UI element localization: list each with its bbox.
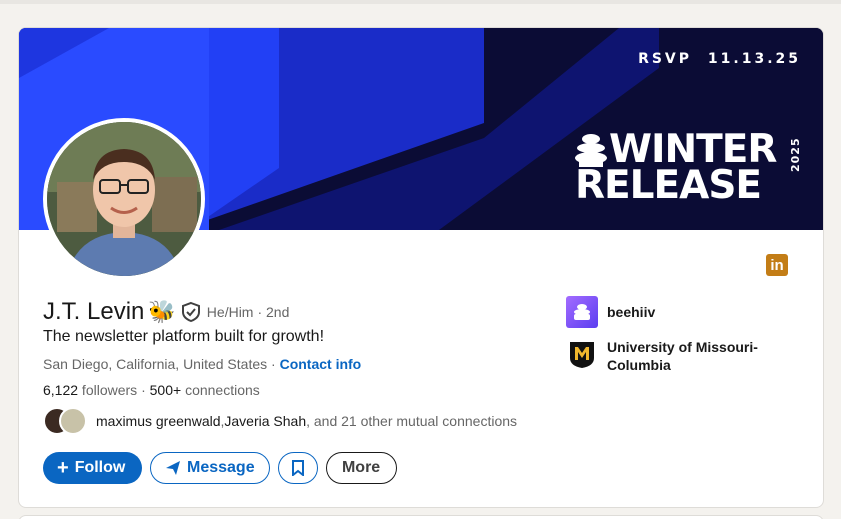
mutual-avatars (43, 407, 93, 435)
network-counts: 6,122 followers · 500+ connections (43, 382, 260, 398)
company-name: beehiiv (607, 304, 656, 320)
location-separator: · (267, 356, 280, 372)
top-strip (0, 0, 841, 4)
bee-emoji: 🐝 (148, 299, 176, 324)
mutual-connections[interactable]: maximus greenwald, Javeria Shah, and 21 … (43, 407, 517, 435)
mutual-rest[interactable]: , and 21 other mutual connections (306, 413, 517, 429)
winter-release-logo: WINTER RELEASE 2025 (575, 130, 805, 208)
profile-headline: The newsletter platform built for growth… (43, 328, 325, 345)
experience-education: beehiiv University of Missouri-Columbia (566, 296, 806, 384)
follow-label: Follow (74, 459, 126, 476)
verified-shield-icon[interactable] (180, 301, 202, 323)
more-label: More (341, 459, 381, 476)
profile-name: J.T. Levin (43, 298, 145, 325)
rsvp-label: RSVP (638, 51, 693, 67)
counts-separator: · (137, 382, 150, 398)
banner-year: 2025 (789, 137, 802, 172)
school-mizzou[interactable]: University of Missouri-Columbia (566, 338, 806, 374)
bookmark-icon (291, 460, 304, 476)
next-card (18, 515, 824, 519)
name-row: J.T. Levin 🐝 He/Him · 2nd (43, 298, 289, 326)
save-button[interactable] (277, 452, 318, 484)
more-button[interactable]: More (325, 452, 397, 484)
beehive-icon (575, 134, 607, 167)
profile-avatar[interactable] (43, 118, 205, 280)
location-text: San Diego, California, United States (43, 356, 268, 372)
message-button[interactable]: Message (150, 452, 270, 484)
follow-button[interactable]: + Follow (43, 452, 142, 484)
connections-label[interactable]: connections (181, 382, 260, 398)
mutual-name-2[interactable]: Javeria Shah (224, 413, 306, 429)
rsvp-date: 11.13.25 (707, 51, 801, 67)
connection-degree: · 2nd (257, 304, 290, 320)
school-name: University of Missouri-Columbia (607, 339, 758, 373)
banner-title-line2: RELEASE (575, 163, 762, 208)
location-row: San Diego, California, United States · C… (43, 356, 361, 372)
followers-label: followers (78, 382, 138, 398)
message-label: Message (187, 459, 255, 476)
rsvp-text: RSVP 11.13.25 (638, 51, 801, 67)
avatar-photo (47, 122, 201, 276)
contact-info-link[interactable]: Contact info (280, 356, 362, 372)
beehiiv-logo-icon (566, 296, 598, 328)
linkedin-icon[interactable]: in (766, 254, 788, 276)
mutual-avatar (59, 407, 87, 435)
mizzou-logo-icon (566, 338, 598, 370)
connections-count[interactable]: 500+ (150, 382, 182, 398)
plus-icon: + (57, 456, 69, 479)
action-buttons: + Follow Message More (43, 452, 397, 484)
mutual-name-1[interactable]: maximus greenwald (96, 413, 221, 429)
pronouns: He/Him (206, 304, 254, 320)
company-beehiiv[interactable]: beehiiv (566, 296, 806, 328)
send-icon (166, 461, 180, 475)
profile-card: RSVP 11.13.25 WINTER RELEASE 2025 in J.T… (18, 27, 824, 508)
followers-count: 6,122 (43, 382, 79, 398)
